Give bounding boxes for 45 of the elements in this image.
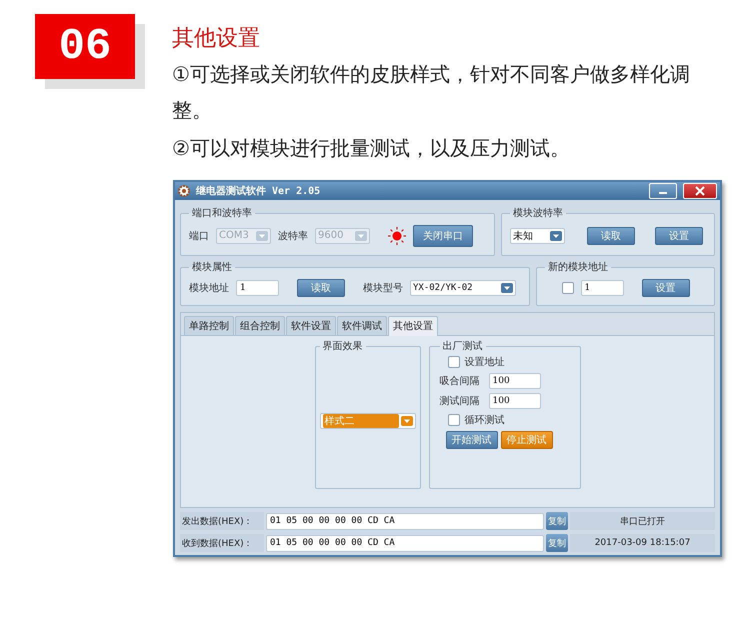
description-text: ②可以对模块进行批量测试，以及压力测试。 <box>172 135 571 162</box>
model-label: 模块型号 <box>363 282 403 294</box>
data-label: 发出数据(HEX)： <box>180 512 264 530</box>
baud-label: 波特率 <box>278 230 308 242</box>
close-icon <box>695 186 705 196</box>
minimize-button[interactable] <box>649 183 677 199</box>
group-title: 出厂测试 <box>442 340 484 353</box>
data-label: 收到数据(HEX)： <box>180 534 264 552</box>
tab[interactable]: 单路控制 <box>184 316 234 335</box>
address-field[interactable]: 1 <box>580 280 624 296</box>
group-title: 新的模块地址 <box>547 260 609 274</box>
baud-dropdown[interactable]: 未知 <box>510 228 565 244</box>
field-label: 吸合间隔 <box>440 375 480 388</box>
status-text: 2017-03-09 18:15:07 <box>570 534 715 552</box>
tab[interactable]: 其他设置 <box>388 316 438 336</box>
group-title: 界面效果 <box>322 340 364 353</box>
interval-field[interactable]: 100 <box>488 373 540 389</box>
copy-button[interactable]: 复制 <box>546 534 568 552</box>
window-title: 继电器测试软件 Ver 2.05 <box>196 184 322 198</box>
section-number: 06 <box>35 14 135 79</box>
checkbox[interactable] <box>448 414 460 426</box>
checkbox-label: 循环测试 <box>464 414 504 427</box>
group-title: 模块属性 <box>191 260 233 274</box>
checkbox[interactable] <box>562 282 574 294</box>
group-title: 端口和波特率 <box>191 206 253 220</box>
checkbox[interactable] <box>448 356 460 368</box>
close-button[interactable] <box>683 183 717 199</box>
status-text: 串口已打开 <box>570 512 715 530</box>
hex-data-field[interactable]: 01 05 00 00 00 00 CD CA <box>266 512 544 530</box>
field-label: 测试间隔 <box>440 394 480 408</box>
tab[interactable]: 软件调试 <box>337 316 387 335</box>
model-dropdown[interactable]: YX-02/YK-02 <box>410 280 516 296</box>
section-title: 其他设置 <box>172 25 261 53</box>
tab[interactable]: 软件设置 <box>286 316 336 335</box>
gear-icon <box>178 185 190 197</box>
address-field[interactable]: 1 <box>236 280 279 296</box>
tab[interactable]: 组合控制 <box>235 316 285 335</box>
checkbox-label: 设置地址 <box>464 356 504 369</box>
address-label: 模块地址 <box>189 282 229 294</box>
description-text: ①可选择或关闭软件的皮肤样式，针对不同客户做多样化调整。 <box>172 61 691 124</box>
port-label: 端口 <box>189 230 209 242</box>
copy-button[interactable]: 复制 <box>546 512 568 530</box>
group-title: 模块波特率 <box>512 206 564 220</box>
hex-data-field[interactable]: 01 05 00 00 00 00 CD CA <box>266 534 544 552</box>
interval-field[interactable]: 100 <box>488 393 540 409</box>
